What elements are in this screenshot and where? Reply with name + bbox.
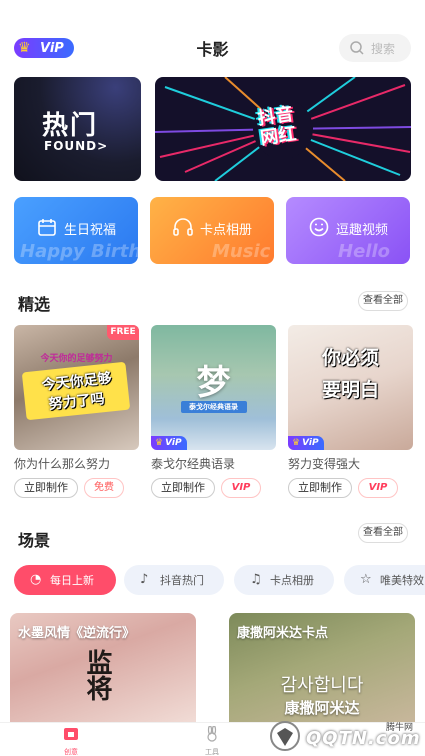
vip-tag: VIP <box>221 478 261 498</box>
hot-banner-title: 热门 <box>42 111 99 141</box>
vip-corner-label: ViP <box>165 438 182 448</box>
template-caption: 你为什么那么努力 <box>14 457 111 471</box>
nav-item-tools[interactable]: 工具 <box>192 725 232 756</box>
top-bar: ♛ ViP 卡影 搜索 <box>0 30 425 66</box>
thumb-small-text: 泰戈尔经典语录 <box>189 403 238 411</box>
vip-corner-badge: ♛ ViP <box>151 436 187 450</box>
search-box[interactable]: 搜索 <box>339 34 411 62</box>
watermark-logo: QQTN.com 腾牛网 <box>268 718 420 754</box>
scene-card[interactable]: 水墨风情《逆流行》 监将 <box>10 613 196 723</box>
template-thumbnail[interactable]: 梦 泰戈尔经典语录 ♛ ViP <box>151 325 276 450</box>
hot-banner[interactable]: 热门 FOUND> <box>14 77 141 181</box>
scene-overlay-text: 감사합니다 <box>280 675 364 696</box>
nav-item-creative[interactable]: 创意 <box>51 726 91 756</box>
star-icon: ☆ <box>360 572 372 587</box>
category-ghost-text: Hello <box>338 241 390 262</box>
watermark-emblem <box>270 721 300 751</box>
tiktok-icon: ♪ <box>140 572 149 587</box>
scene-card-title: 康撒阿米达卡点 <box>237 626 329 641</box>
tiktok-banner-title: 抖音 网红 <box>256 104 297 150</box>
thumb-main-text-2: 要明白 <box>321 379 379 401</box>
make-now-button[interactable]: 立即制作 <box>151 478 215 498</box>
scenes-section-title: 场景 <box>18 531 51 550</box>
featured-see-all-button[interactable]: 查看全部 <box>358 291 408 311</box>
category-label: 逗趣视频 <box>335 223 388 238</box>
scene-overlay-text: 监将 <box>82 649 112 701</box>
make-now-button[interactable]: 立即制作 <box>288 478 352 498</box>
nav-label: 创意 <box>64 748 78 756</box>
category-label: 生日祝福 <box>63 223 116 238</box>
template-caption: 泰戈尔经典语录 <box>151 457 236 471</box>
tab-label: 唯美特效 <box>380 574 424 587</box>
free-corner-badge: FREE <box>107 325 139 340</box>
vip-corner-label: ViP <box>302 438 319 448</box>
nav-label: 工具 <box>205 748 219 756</box>
crown-icon: ♛ <box>155 438 164 448</box>
tiktok-banner[interactable]: 抖音 网红 <box>155 77 411 181</box>
crown-icon: ♛ <box>292 438 301 448</box>
hot-banner-subtitle: FOUND> <box>44 139 109 153</box>
vip-corner-badge: ♛ ViP <box>288 436 324 450</box>
tab-beat-album[interactable]: ♫ 卡点相册 <box>234 565 334 595</box>
tab-label: 每日上新 <box>50 574 94 587</box>
category-birthday[interactable]: 生日祝福 Happy Birth <box>14 197 138 264</box>
tab-tiktok-hot[interactable]: ♪ 抖音热门 <box>124 565 224 595</box>
smile-icon <box>309 217 329 237</box>
template-card[interactable]: 梦 泰戈尔经典语录 ♛ ViP 泰戈尔经典语录 立即制作 VIP <box>151 325 276 498</box>
thumb-main-text: 梦 <box>196 363 231 403</box>
free-tag: 免费 <box>84 478 124 498</box>
tab-aesthetic-effects[interactable]: ☆ 唯美特效 <box>344 565 425 595</box>
music-note-icon: ♫ <box>250 572 262 587</box>
template-card[interactable]: 你必须 要明白 ♛ ViP 努力变得强大 立即制作 VIP <box>288 325 413 498</box>
search-placeholder: 搜索 <box>371 41 396 56</box>
category-funny-video[interactable]: 逗趣视频 Hello <box>286 197 410 264</box>
featured-section-title: 精选 <box>18 295 51 314</box>
template-thumbnail[interactable]: 今天你的足够努力 今天你足够 努力了吗 FREE <box>14 325 139 450</box>
category-label: 卡点相册 <box>199 223 252 238</box>
vip-tag: VIP <box>358 478 398 498</box>
search-icon <box>350 41 364 55</box>
template-thumbnail[interactable]: 你必须 要明白 ♛ ViP <box>288 325 413 450</box>
scenes-see-all-button[interactable]: 查看全部 <box>358 523 408 543</box>
tab-label: 卡点相册 <box>270 574 314 587</box>
calendar-icon <box>38 219 56 236</box>
category-beat-album[interactable]: 卡点相册 Music <box>150 197 274 264</box>
make-now-button[interactable]: 立即制作 <box>14 478 78 498</box>
headphones-icon <box>173 218 193 236</box>
tab-label: 抖音热门 <box>160 574 204 587</box>
rabbit-icon <box>207 725 217 742</box>
scene-card[interactable]: 康撒阿米达卡点 감사합니다 康撒阿米达 <box>229 613 415 723</box>
category-ghost-text: Music <box>212 241 271 262</box>
template-card[interactable]: 今天你的足够努力 今天你足够 努力了吗 FREE 你为什么那么努力 立即制作 免… <box>14 325 139 498</box>
template-caption: 努力变得强大 <box>288 457 361 471</box>
scene-card-title: 水墨风情《逆流行》 <box>18 626 136 641</box>
watermark-small-text: 腾牛网 <box>386 723 414 733</box>
creative-icon <box>64 728 78 740</box>
apple-icon: ◔ <box>30 572 42 587</box>
scene-overlay-text-2: 康撒阿米达 <box>284 699 360 717</box>
category-ghost-text: Happy Birth <box>20 241 138 262</box>
thumb-main-text: 你必须 <box>321 347 379 369</box>
tab-daily-new[interactable]: ◔ 每日上新 <box>14 565 116 595</box>
